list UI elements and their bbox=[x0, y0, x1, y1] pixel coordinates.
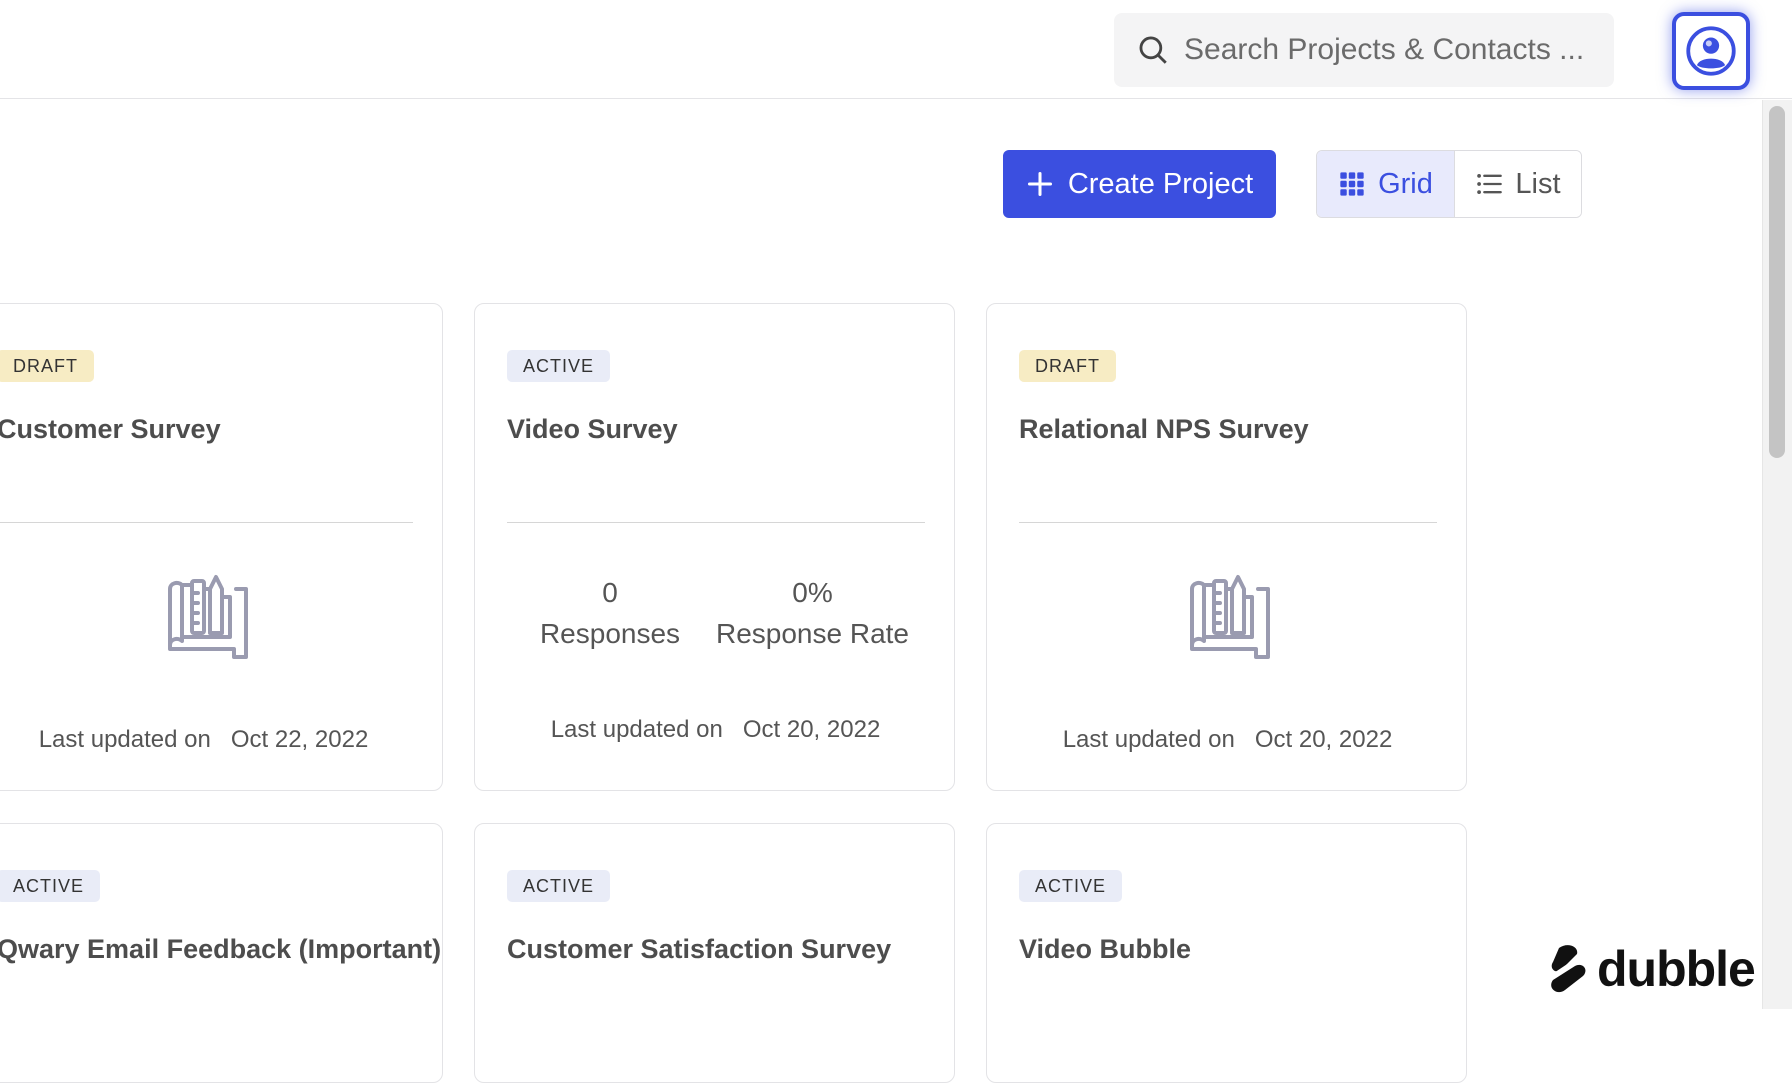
project-title: Customer Survey bbox=[0, 414, 221, 444]
project-card[interactable]: ACTIVE Qwary Email Feedback (Important) bbox=[0, 823, 443, 1083]
brand-name: dubble bbox=[1597, 941, 1756, 997]
project-card[interactable]: DRAFT Relational NPS Survey Last updated… bbox=[986, 303, 1467, 791]
user-avatar-button[interactable] bbox=[1672, 12, 1750, 90]
view-grid-button[interactable]: Grid bbox=[1317, 151, 1454, 217]
project-title: Qwary Email Feedback (Important) bbox=[0, 934, 442, 964]
status-badge: DRAFT bbox=[0, 350, 94, 382]
create-project-label: Create Project bbox=[1067, 167, 1254, 200]
create-project-button[interactable]: Create Project bbox=[1003, 150, 1276, 218]
user-icon bbox=[1686, 26, 1736, 76]
scrollbar-thumb[interactable] bbox=[1769, 106, 1785, 458]
last-updated: Last updated on Oct 20, 2022 bbox=[550, 716, 881, 743]
search-icon bbox=[1139, 36, 1167, 64]
top-bar: Search Projects & Contacts ... bbox=[0, 0, 1792, 99]
responses-stat: 0 Responses bbox=[539, 577, 681, 649]
project-card[interactable]: ACTIVE Video Bubble bbox=[986, 823, 1467, 1083]
project-card[interactable]: ACTIVE Video Survey 0 Responses 0% Respo… bbox=[474, 303, 955, 791]
project-card[interactable]: ACTIVE Customer Satisfaction Survey bbox=[474, 823, 955, 1083]
list-icon bbox=[1477, 173, 1503, 195]
project-title: Video Bubble bbox=[1019, 934, 1192, 964]
dubble-logo-icon bbox=[1551, 945, 1586, 993]
status-badge: ACTIVE bbox=[0, 870, 101, 902]
view-list-button[interactable]: List bbox=[1453, 151, 1581, 217]
response-rate-stat: 0% Response Rate bbox=[715, 577, 909, 649]
project-title: Relational NPS Survey bbox=[1019, 414, 1309, 444]
grid-icon bbox=[1340, 172, 1364, 196]
project-title: Customer Satisfaction Survey bbox=[507, 934, 892, 964]
view-list-label: List bbox=[1515, 167, 1561, 200]
search-placeholder: Search Projects & Contacts ... bbox=[1184, 33, 1585, 66]
last-updated: Last updated on Oct 22, 2022 bbox=[38, 726, 369, 753]
view-grid-label: Grid bbox=[1378, 167, 1433, 200]
card-divider bbox=[0, 522, 413, 523]
dubble-logo: dubble bbox=[1545, 940, 1756, 998]
blueprint-icon bbox=[1190, 575, 1270, 659]
card-divider bbox=[507, 522, 925, 523]
status-badge: DRAFT bbox=[1019, 350, 1116, 382]
search-input[interactable]: Search Projects & Contacts ... bbox=[1114, 13, 1614, 87]
status-badge: ACTIVE bbox=[507, 350, 611, 382]
view-toggle: Grid List bbox=[1316, 150, 1582, 218]
status-badge: ACTIVE bbox=[1019, 870, 1123, 902]
project-title: Video Survey bbox=[507, 414, 678, 444]
project-card[interactable]: DRAFT Customer Survey Last updated on Oc… bbox=[0, 303, 443, 791]
card-divider bbox=[1019, 522, 1437, 523]
blueprint-icon bbox=[168, 575, 248, 659]
last-updated: Last updated on Oct 20, 2022 bbox=[1062, 726, 1393, 753]
plus-icon bbox=[1027, 171, 1052, 197]
status-badge: ACTIVE bbox=[507, 870, 611, 902]
